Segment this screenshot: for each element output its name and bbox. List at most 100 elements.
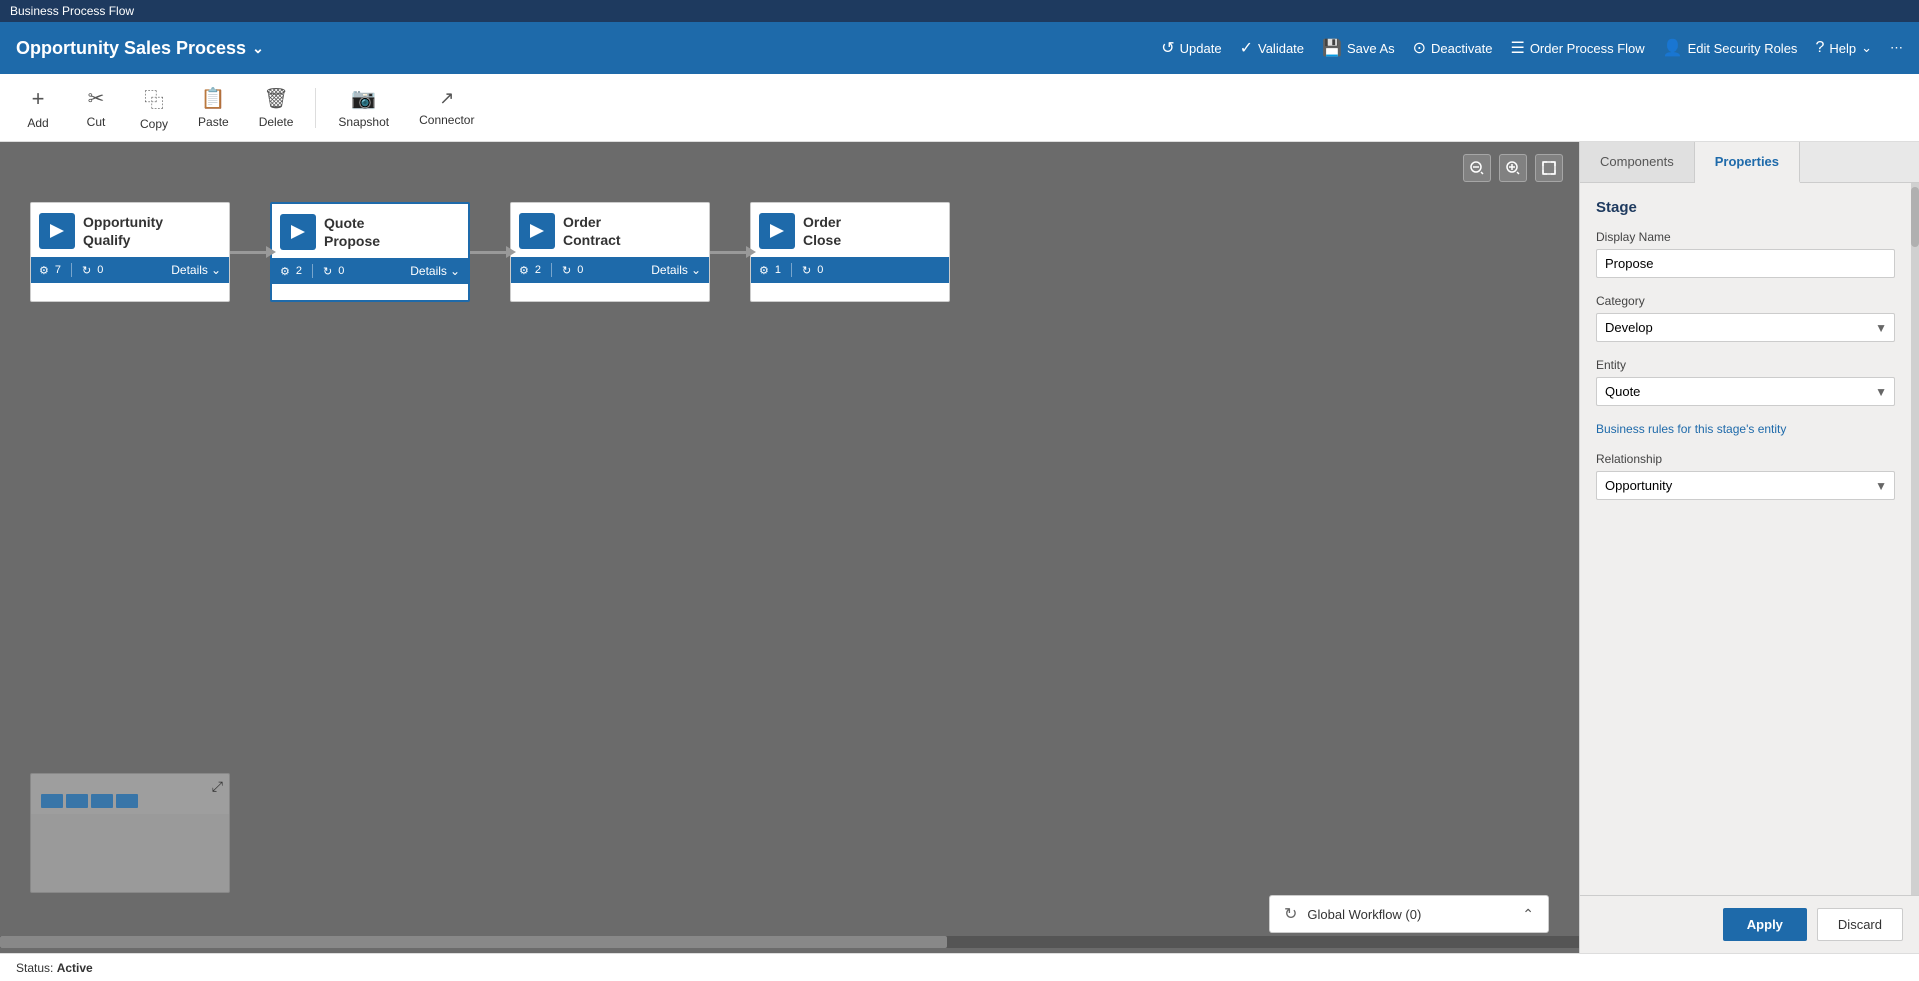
orderflow-icon: ☰ xyxy=(1510,38,1524,58)
copy-icon: ⿻ xyxy=(144,84,164,113)
header-right: ↺ Update ✓ Validate 💾 Save As ⊙ Deactiva… xyxy=(1161,38,1903,58)
stage-header-2: Quote Propose xyxy=(272,204,468,258)
displayname-input[interactable] xyxy=(1596,249,1895,278)
minimap-content xyxy=(31,814,229,892)
canvas-scrollbar[interactable] xyxy=(0,936,1579,948)
update-button[interactable]: ↺ Update xyxy=(1161,38,1221,58)
apply-button[interactable]: Apply xyxy=(1723,908,1807,941)
validate-label: Validate xyxy=(1258,41,1304,56)
minimap-stage-3 xyxy=(91,794,113,808)
add-button[interactable]: + Add xyxy=(12,80,64,136)
orderflow-button[interactable]: ☰ Order Process Flow xyxy=(1510,38,1644,58)
entity-select[interactable]: Opportunity Quote Order Invoice xyxy=(1596,377,1895,406)
cut-label: Cut xyxy=(87,115,106,129)
category-select[interactable]: Qualify Develop Propose Close xyxy=(1596,313,1895,342)
toolbar-separator-1 xyxy=(315,88,316,128)
stage-workflow-count-4: 0 xyxy=(817,264,823,276)
stage-footer-4: ⚙ 1 ↻ 0 xyxy=(751,257,949,283)
stage-order-close[interactable]: Order Close ⚙ 1 ↻ 0 xyxy=(750,202,950,302)
stage-connector-2 xyxy=(470,251,510,254)
security-button[interactable]: 👤 Edit Security Roles xyxy=(1663,38,1798,58)
stage-workflow-icon-2: ↻ xyxy=(323,265,332,278)
snapshot-button[interactable]: 📷 Snapshot xyxy=(326,80,401,135)
stage-order-contract[interactable]: Order Contract ⚙ 2 ↻ 0 Details ⌄ xyxy=(510,202,710,302)
discard-button[interactable]: Discard xyxy=(1817,908,1903,941)
stage-footer-1: ⚙ 7 ↻ 0 Details ⌄ xyxy=(31,257,229,283)
stage-quote-propose[interactable]: Quote Propose ⚙ 2 ↻ 0 Details ⌄ xyxy=(270,202,470,302)
zoom-out-button[interactable] xyxy=(1463,154,1491,182)
stage-icon-3 xyxy=(519,213,555,249)
snapshot-label: Snapshot xyxy=(338,115,389,129)
title-bar-label: Business Process Flow xyxy=(10,4,134,18)
saveas-icon: 💾 xyxy=(1322,38,1342,58)
stage-step-count-3: 2 xyxy=(535,264,541,276)
stage-step-icon-1: ⚙ xyxy=(39,264,49,277)
validate-icon: ✓ xyxy=(1240,38,1253,58)
status-label: Status: xyxy=(16,961,53,975)
canvas-scrollbar-thumb[interactable] xyxy=(0,936,947,948)
header-title-chevron[interactable]: ⌄ xyxy=(252,40,264,57)
canvas-controls xyxy=(1463,154,1563,182)
entity-select-wrap: Opportunity Quote Order Invoice ▼ xyxy=(1596,377,1895,406)
stage-workflow-count-2: 0 xyxy=(338,265,344,277)
saveas-button[interactable]: 💾 Save As xyxy=(1322,38,1395,58)
paste-label: Paste xyxy=(198,115,229,129)
help-chevron: ⌄ xyxy=(1861,40,1872,56)
validate-button[interactable]: ✓ Validate xyxy=(1240,38,1304,58)
canvas-area[interactable]: Opportunity Qualify ⚙ 7 ↻ 0 Details ⌄ xyxy=(0,142,1579,953)
status-value: Active xyxy=(57,961,93,975)
stage-icon-2 xyxy=(280,214,316,250)
panel-footer: Apply Discard xyxy=(1580,895,1919,953)
relationship-select[interactable]: Opportunity Quote Order xyxy=(1596,471,1895,500)
stage-opportunity-qualify[interactable]: Opportunity Qualify ⚙ 7 ↻ 0 Details ⌄ xyxy=(30,202,230,302)
help-button[interactable]: ? Help ⌄ xyxy=(1815,39,1872,57)
minimap-stage-1 xyxy=(41,794,63,808)
minimap: ⤢ xyxy=(30,773,230,893)
stage-step-count-4: 1 xyxy=(775,264,781,276)
stage-connector-1 xyxy=(230,251,270,254)
header-left: Opportunity Sales Process ⌄ xyxy=(16,38,264,59)
stage-details-btn-1[interactable]: Details ⌄ xyxy=(171,263,221,277)
tab-components[interactable]: Components xyxy=(1580,142,1695,182)
cut-icon: ✂ xyxy=(88,86,105,111)
security-icon: 👤 xyxy=(1663,38,1683,58)
stage-step-icon-2: ⚙ xyxy=(280,265,290,278)
relationship-select-wrap: Opportunity Quote Order ▼ xyxy=(1596,471,1895,500)
global-workflow-bar[interactable]: ↻ Global Workflow (0) ⌃ xyxy=(1269,895,1549,933)
stage-details-btn-3[interactable]: Details ⌄ xyxy=(651,263,701,277)
stage-title-3: Order Contract xyxy=(563,213,621,249)
business-rules-link[interactable]: Business rules for this stage's entity xyxy=(1596,422,1895,436)
update-icon: ↺ xyxy=(1161,38,1174,58)
delete-button[interactable]: 🗑 Delete xyxy=(247,80,306,135)
stage-footer-sep-2 xyxy=(312,264,313,278)
main: Opportunity Qualify ⚙ 7 ↻ 0 Details ⌄ xyxy=(0,142,1919,953)
cut-button[interactable]: ✂ Cut xyxy=(70,80,122,135)
tab-properties[interactable]: Properties xyxy=(1695,142,1800,183)
right-panel: Components Properties Stage Display Name… xyxy=(1579,142,1919,953)
stage-footer-sep-3 xyxy=(551,263,552,277)
stage-workflow-count-1: 0 xyxy=(97,264,103,276)
panel-scroll-thumb[interactable] xyxy=(1911,187,1919,247)
header-title: Opportunity Sales Process xyxy=(16,38,246,59)
stage-header-4: Order Close xyxy=(751,203,949,257)
fullscreen-button[interactable] xyxy=(1535,154,1563,182)
add-label: Add xyxy=(27,116,48,130)
paste-icon: 📋 xyxy=(201,86,226,111)
relationship-label: Relationship xyxy=(1596,452,1895,466)
connector-button[interactable]: ↗ Connector xyxy=(407,82,486,133)
deactivate-button[interactable]: ⊙ Deactivate xyxy=(1413,38,1493,58)
stage-workflow-icon-3: ↻ xyxy=(562,264,571,277)
copy-button[interactable]: ⿻ Copy xyxy=(128,78,180,137)
minimap-expand-button[interactable]: ⤢ xyxy=(212,778,223,795)
more-button[interactable]: ⋯ xyxy=(1890,40,1903,56)
paste-button[interactable]: 📋 Paste xyxy=(186,80,241,135)
zoom-in-button[interactable] xyxy=(1499,154,1527,182)
panel-scroll-track[interactable] xyxy=(1911,183,1919,895)
stage-step-icon-3: ⚙ xyxy=(519,264,529,277)
stage-icon-1 xyxy=(39,213,75,249)
stage-details-btn-2[interactable]: Details ⌄ xyxy=(410,264,460,278)
global-workflow-label: Global Workflow (0) xyxy=(1307,907,1512,922)
panel-body: Stage Display Name Category Qualify Deve… xyxy=(1580,183,1911,895)
entity-label: Entity xyxy=(1596,358,1895,372)
header: Opportunity Sales Process ⌄ ↺ Update ✓ V… xyxy=(0,22,1919,74)
